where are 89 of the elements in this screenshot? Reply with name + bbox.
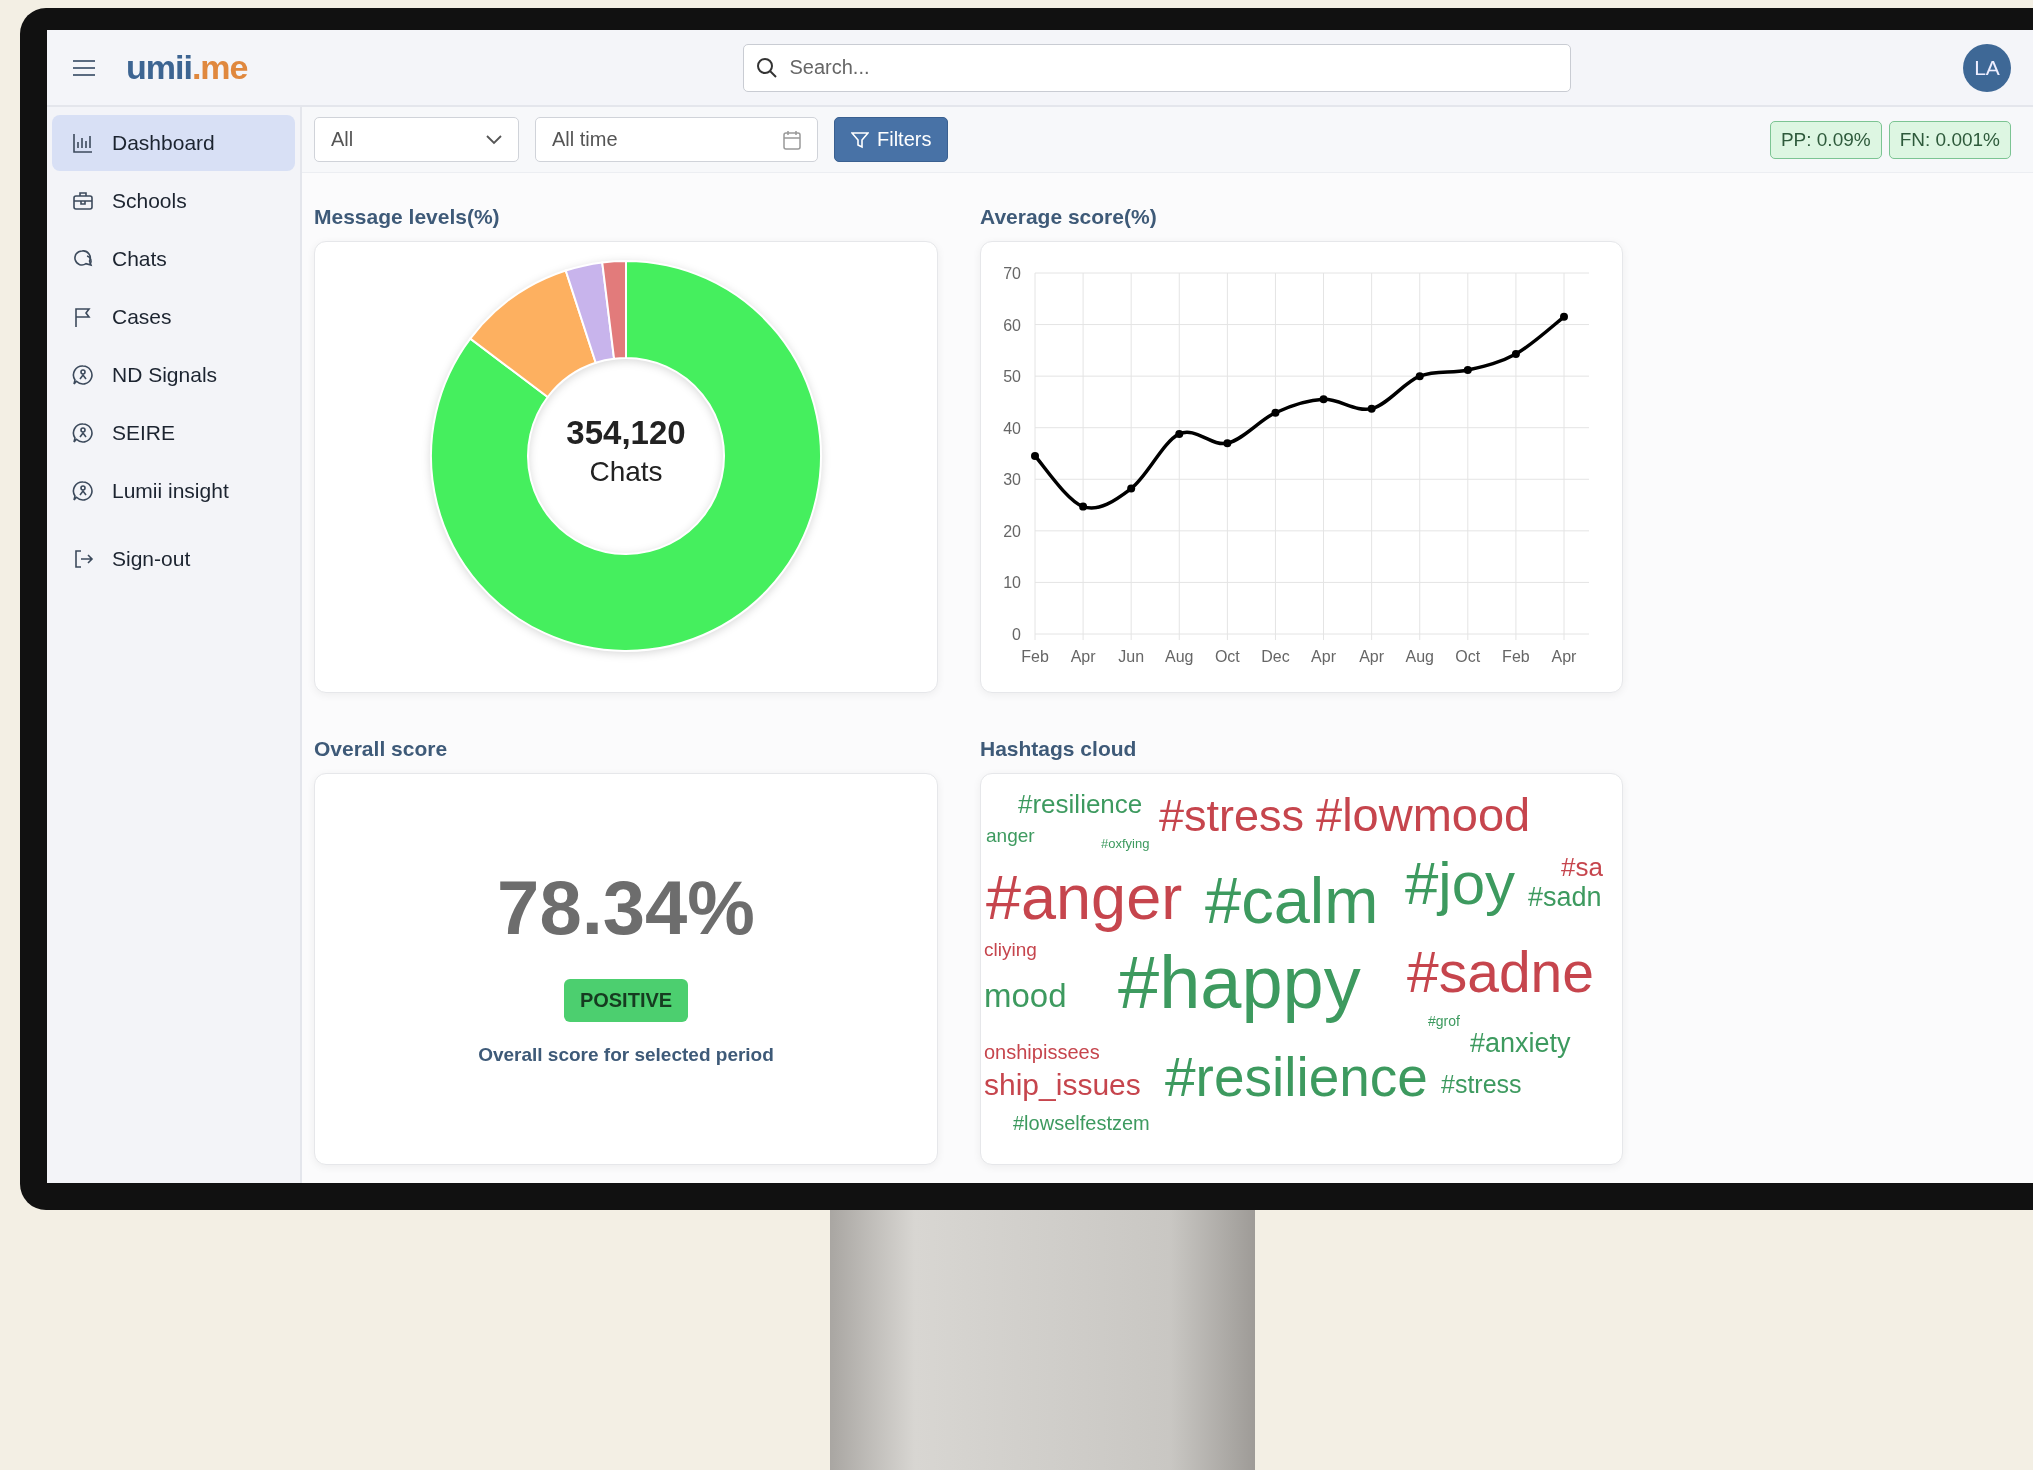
axis-label: 10 xyxy=(1003,574,1021,592)
chat-total: 354,120 xyxy=(565,414,687,452)
sidebar-item[interactable]: Sign-out xyxy=(52,531,295,587)
chat-person-icon xyxy=(72,480,94,502)
axis-label: Jun xyxy=(1118,648,1145,665)
data-point xyxy=(1511,349,1520,358)
data-point xyxy=(1319,395,1328,404)
axis-label: 70 xyxy=(1003,265,1021,282)
data-point xyxy=(1223,439,1232,448)
date-range-field[interactable]: All time xyxy=(535,117,818,162)
filters-button[interactable]: Filters xyxy=(834,117,949,162)
section-title: Message levels(%) xyxy=(314,205,501,229)
hashtag: cliying xyxy=(984,940,1037,959)
hashtag: #anxiety xyxy=(1470,1030,1571,1057)
hashtag: #calm xyxy=(1205,868,1379,933)
data-point xyxy=(1079,502,1088,511)
axis-label: 50 xyxy=(1003,368,1021,386)
status-badge: POSITIVE xyxy=(563,979,689,1022)
sidebar-item[interactable]: Dashboard xyxy=(52,115,295,171)
calendar-icon xyxy=(783,129,801,150)
data-point xyxy=(1127,484,1136,493)
hashtag: #joy xyxy=(1405,854,1516,914)
search-icon xyxy=(755,56,778,79)
axis-label: Apr xyxy=(1311,648,1336,665)
hashtag: #grof xyxy=(1428,1014,1460,1028)
data-point xyxy=(1463,365,1472,374)
chat-person-icon xyxy=(72,422,94,444)
axis-label: Oct xyxy=(1455,648,1481,665)
axis-label: Apr xyxy=(1551,648,1577,665)
sidebar-item[interactable]: Schools xyxy=(52,173,295,229)
hashtag: #oxfying xyxy=(1101,837,1150,850)
sidebar-item[interactable]: Chats xyxy=(52,231,295,287)
hashtag: anger xyxy=(986,826,1035,845)
avatar[interactable]: LA xyxy=(1963,43,2011,92)
metric-badge: FN: 0.001% xyxy=(1888,120,2011,159)
axis-label: Apr xyxy=(1359,648,1385,665)
group-select[interactable]: All xyxy=(314,117,519,162)
bar-chart-icon xyxy=(72,132,94,154)
hashtag: #lowselfestzem xyxy=(1013,1113,1150,1133)
metric-badge: PP: 0.09% xyxy=(1769,120,1882,159)
data-point xyxy=(1271,408,1280,417)
data-point xyxy=(1367,404,1376,413)
axis-label: Oct xyxy=(1214,648,1240,665)
hashtag: #stress xyxy=(1159,793,1305,838)
hashtag: #lowmood xyxy=(1316,791,1531,838)
data-point xyxy=(1560,312,1568,321)
axis-label: Aug xyxy=(1405,648,1434,665)
score-caption: Overall score for selected period xyxy=(478,1044,774,1066)
logo[interactable]: umii.me xyxy=(126,48,248,87)
section-title: Average score(%) xyxy=(980,205,1158,229)
funnel-icon xyxy=(851,130,869,149)
chevron-down-icon xyxy=(486,134,502,145)
section-title: Hashtags cloud xyxy=(980,737,1138,761)
axis-label: Dec xyxy=(1261,648,1290,665)
axis-label: 40 xyxy=(1003,419,1021,437)
axis-label: Feb xyxy=(1502,648,1530,665)
sign-out-icon xyxy=(72,548,94,570)
hashtag: ship_issues xyxy=(984,1070,1141,1100)
axis-label: Feb xyxy=(1021,648,1049,665)
select-value: All xyxy=(331,128,354,151)
hashtag: #resilience xyxy=(1018,791,1143,817)
axis-label: Apr xyxy=(1070,648,1096,665)
briefcase-icon xyxy=(72,190,94,212)
hashtag: #sadn xyxy=(1528,884,1602,911)
sidebar-item[interactable]: Cases xyxy=(52,289,295,345)
hashtag: mood xyxy=(984,979,1067,1012)
score-value: 78.34% xyxy=(497,864,755,951)
axis-label: 20 xyxy=(1003,522,1021,540)
data-point xyxy=(1031,452,1039,461)
menu-icon[interactable] xyxy=(72,58,96,77)
axis-label: 60 xyxy=(1003,316,1021,334)
chat-total-label: Chats xyxy=(588,456,664,488)
data-point xyxy=(1175,429,1184,438)
axis-label: 30 xyxy=(1003,471,1021,489)
hashtag: #stress xyxy=(1441,1072,1522,1097)
sidebar-item[interactable]: SEIRE xyxy=(52,405,295,461)
date-value: All time xyxy=(552,128,618,151)
data-point xyxy=(1415,372,1424,381)
axis-label: Aug xyxy=(1165,648,1194,665)
hashtag: #resilience xyxy=(1165,1050,1428,1105)
axis-label: 0 xyxy=(1012,626,1021,643)
search-field[interactable]: Search... xyxy=(742,43,1571,92)
hashtag: onshipissees xyxy=(984,1042,1100,1062)
sidebar-item[interactable]: ND Signals xyxy=(52,347,295,403)
chat-person-icon xyxy=(72,364,94,386)
hashtag: #sadne xyxy=(1407,944,1594,1001)
section-title: Overall score xyxy=(314,737,449,761)
hashtag: #sa xyxy=(1561,854,1603,880)
sidebar-item[interactable]: Lumii insight xyxy=(52,463,295,519)
